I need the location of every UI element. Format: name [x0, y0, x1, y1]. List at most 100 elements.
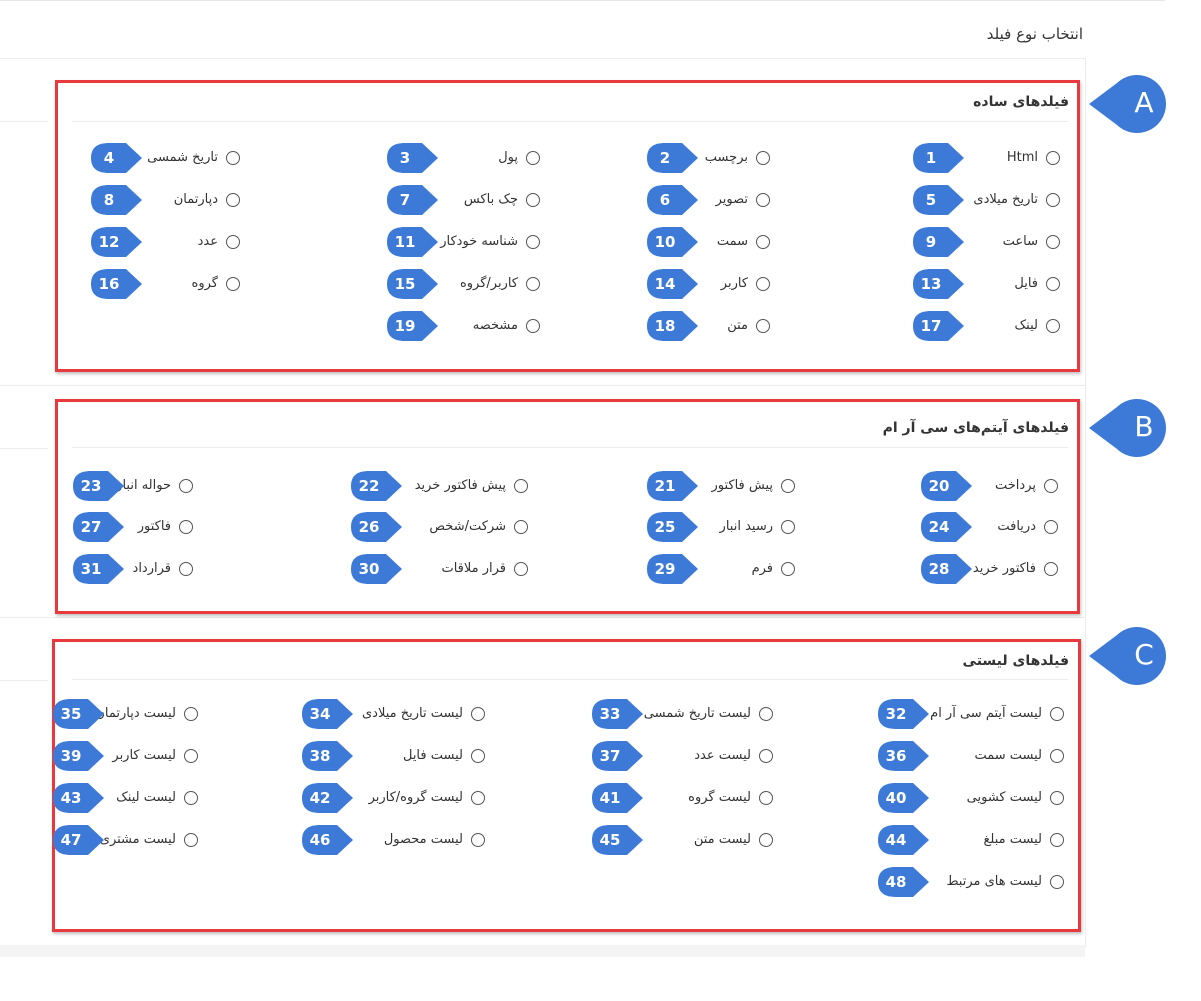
- field-type-option[interactable]: لیست آیتم سی آر ام: [930, 706, 1064, 721]
- radio-button[interactable]: [526, 234, 540, 249]
- field-type-option[interactable]: پرداخت: [995, 478, 1058, 493]
- field-type-option[interactable]: فرم: [752, 561, 795, 576]
- radio-button[interactable]: [1044, 561, 1058, 576]
- field-type-option[interactable]: مشخصه: [473, 318, 540, 333]
- radio-button[interactable]: [471, 790, 485, 805]
- field-type-option[interactable]: سمت: [717, 234, 770, 249]
- radio-button[interactable]: [756, 150, 770, 165]
- radio-button[interactable]: [759, 706, 773, 721]
- radio-button[interactable]: [184, 706, 198, 721]
- radio-button[interactable]: [759, 790, 773, 805]
- field-type-option[interactable]: عدد: [198, 234, 240, 249]
- field-type-option[interactable]: لیست تاریخ شمسی: [644, 706, 773, 721]
- field-type-option[interactable]: فاکتور خرید: [973, 561, 1058, 576]
- field-type-option[interactable]: لیست متن: [694, 832, 773, 847]
- field-type-option[interactable]: لیست گروه: [688, 790, 773, 805]
- field-type-option[interactable]: لیست کشویی: [967, 790, 1064, 805]
- option-label: لیست مبلغ: [983, 832, 1043, 847]
- field-type-option[interactable]: لیست عدد: [694, 748, 773, 763]
- number-marker: 43: [52, 781, 108, 815]
- field-type-option[interactable]: لیست های مرتبط: [946, 874, 1064, 889]
- radio-button[interactable]: [471, 706, 485, 721]
- radio-button[interactable]: [179, 561, 193, 576]
- radio-button[interactable]: [756, 276, 770, 291]
- field-type-option[interactable]: Html: [1007, 150, 1060, 165]
- field-type-option[interactable]: دپارتمان: [174, 192, 240, 207]
- field-type-option[interactable]: لیست محصول: [384, 832, 485, 847]
- field-type-option[interactable]: شناسه خودکار: [440, 234, 540, 249]
- radio-button[interactable]: [184, 790, 198, 805]
- field-type-option[interactable]: کاربر: [721, 276, 770, 291]
- radio-button[interactable]: [759, 832, 773, 847]
- radio-button[interactable]: [1046, 234, 1060, 249]
- radio-button[interactable]: [1050, 832, 1064, 847]
- radio-button[interactable]: [1050, 706, 1064, 721]
- marker-number: 27: [80, 518, 102, 536]
- field-type-option[interactable]: لیست کاربر: [112, 748, 198, 763]
- radio-button[interactable]: [514, 561, 528, 576]
- radio-button[interactable]: [1046, 276, 1060, 291]
- field-type-option[interactable]: لیست مبلغ: [983, 832, 1064, 847]
- radio-button[interactable]: [179, 519, 193, 534]
- field-type-option[interactable]: قرارداد: [133, 561, 193, 576]
- field-type-option[interactable]: پیش فاکتور خرید: [415, 478, 528, 493]
- radio-button[interactable]: [1046, 150, 1060, 165]
- radio-button[interactable]: [226, 276, 240, 291]
- radio-button[interactable]: [756, 318, 770, 333]
- field-type-option[interactable]: فایل: [1014, 276, 1060, 291]
- field-type-option[interactable]: تصویر: [716, 192, 770, 207]
- radio-button[interactable]: [514, 478, 528, 493]
- field-type-option[interactable]: ساعت: [1003, 234, 1060, 249]
- radio-button[interactable]: [1044, 519, 1058, 534]
- field-type-option[interactable]: تاریخ میلادی: [973, 192, 1060, 207]
- field-type-option[interactable]: لینک: [1015, 318, 1060, 333]
- marker-number: 3: [399, 149, 411, 167]
- field-type-option[interactable]: کاربر/گروه: [460, 276, 540, 291]
- radio-button[interactable]: [526, 318, 540, 333]
- field-type-option[interactable]: تاریخ شمسی: [147, 150, 240, 165]
- field-type-option[interactable]: رسید انبار: [720, 519, 795, 534]
- field-type-option[interactable]: چک باکس: [464, 192, 540, 207]
- radio-button[interactable]: [759, 748, 773, 763]
- radio-button[interactable]: [1044, 478, 1058, 493]
- field-type-option[interactable]: گروه: [192, 276, 240, 291]
- field-type-option[interactable]: پول: [498, 150, 540, 165]
- field-type-option[interactable]: قرار ملاقات: [441, 561, 528, 576]
- field-type-option[interactable]: لیست لینک: [116, 790, 198, 805]
- field-type-option[interactable]: لیست دپارتمان: [95, 706, 198, 721]
- field-type-option[interactable]: برچسب: [705, 150, 770, 165]
- radio-button[interactable]: [184, 832, 198, 847]
- radio-button[interactable]: [526, 192, 540, 207]
- radio-button[interactable]: [226, 150, 240, 165]
- number-marker: 33: [591, 697, 647, 731]
- radio-button[interactable]: [526, 150, 540, 165]
- field-type-option[interactable]: دریافت: [997, 519, 1058, 534]
- radio-button[interactable]: [1046, 192, 1060, 207]
- radio-button[interactable]: [179, 478, 193, 493]
- field-type-option[interactable]: پیش فاکتور: [711, 478, 795, 493]
- radio-button[interactable]: [1050, 874, 1064, 889]
- field-type-option[interactable]: شرکت/شخص: [429, 519, 528, 534]
- radio-button[interactable]: [514, 519, 528, 534]
- radio-button[interactable]: [1046, 318, 1060, 333]
- radio-button[interactable]: [1050, 748, 1064, 763]
- field-type-option[interactable]: لیست فایل: [403, 748, 485, 763]
- radio-button[interactable]: [781, 561, 795, 576]
- radio-button[interactable]: [471, 748, 485, 763]
- radio-button[interactable]: [781, 478, 795, 493]
- field-type-option[interactable]: لیست تاریخ میلادی: [362, 706, 485, 721]
- field-type-option[interactable]: فاکتور: [138, 519, 193, 534]
- radio-button[interactable]: [756, 192, 770, 207]
- field-type-option[interactable]: متن: [727, 318, 770, 333]
- radio-button[interactable]: [471, 832, 485, 847]
- radio-button[interactable]: [226, 192, 240, 207]
- radio-button[interactable]: [1050, 790, 1064, 805]
- radio-button[interactable]: [526, 276, 540, 291]
- radio-button[interactable]: [756, 234, 770, 249]
- field-type-option[interactable]: لیست مشتری: [100, 832, 198, 847]
- field-type-option[interactable]: لیست سمت: [974, 748, 1064, 763]
- radio-button[interactable]: [184, 748, 198, 763]
- radio-button[interactable]: [226, 234, 240, 249]
- radio-button[interactable]: [781, 519, 795, 534]
- field-type-option[interactable]: لیست گروه/کاربر: [369, 790, 485, 805]
